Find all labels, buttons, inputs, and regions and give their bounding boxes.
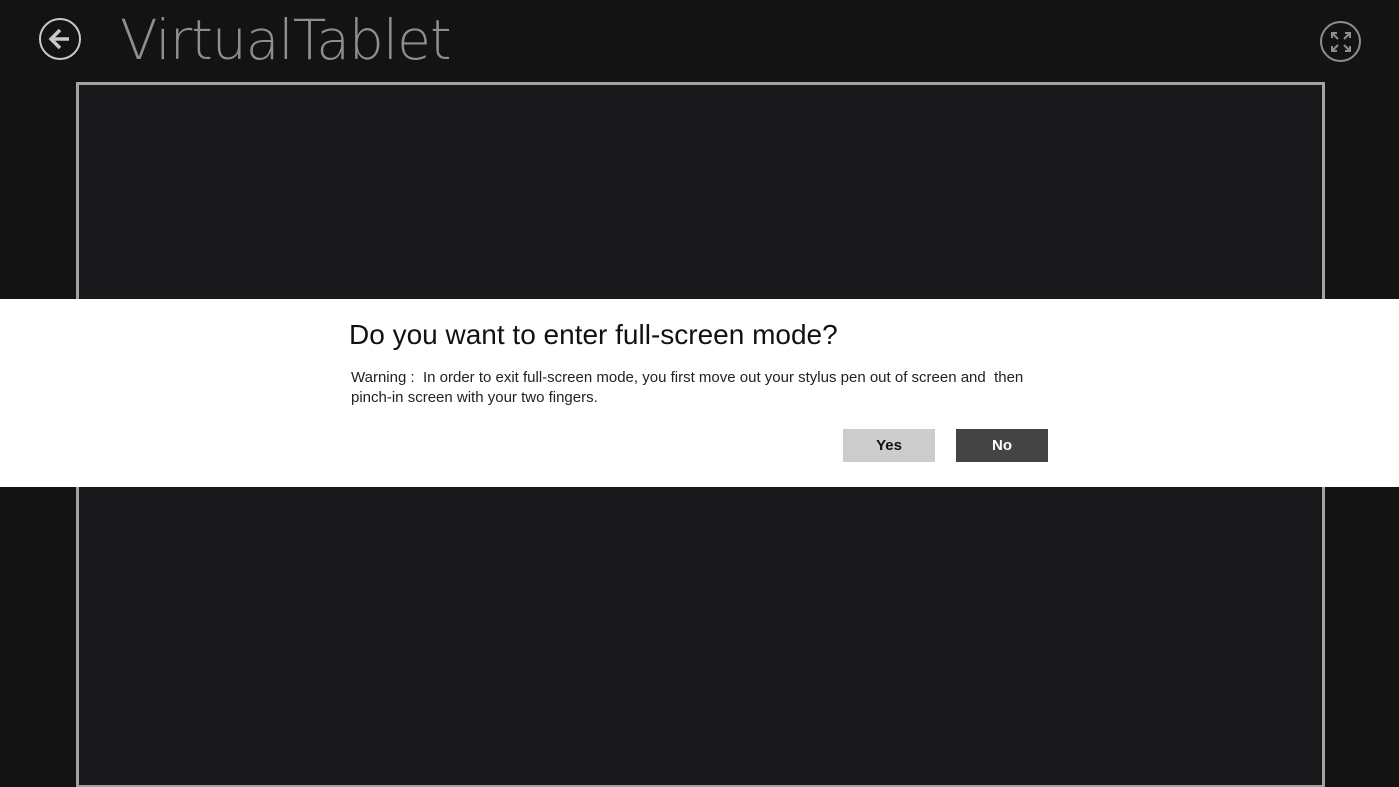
app-window: VirtualTablet Do you want to enter full-… xyxy=(0,0,1399,787)
fullscreen-button[interactable] xyxy=(1320,21,1361,62)
yes-button[interactable]: Yes xyxy=(843,429,935,462)
dialog-warning-message: Warning : In order to exit full-screen m… xyxy=(351,369,1028,406)
expand-icon xyxy=(1330,31,1351,52)
no-button[interactable]: No xyxy=(956,429,1048,462)
app-title: VirtualTablet xyxy=(120,8,452,72)
dialog-title: Do you want to enter full-screen mode? xyxy=(349,319,838,350)
fullscreen-confirm-dialog: Do you want to enter full-screen mode? W… xyxy=(0,299,1399,487)
arrow-left-icon xyxy=(48,28,69,50)
back-button[interactable] xyxy=(39,18,81,60)
